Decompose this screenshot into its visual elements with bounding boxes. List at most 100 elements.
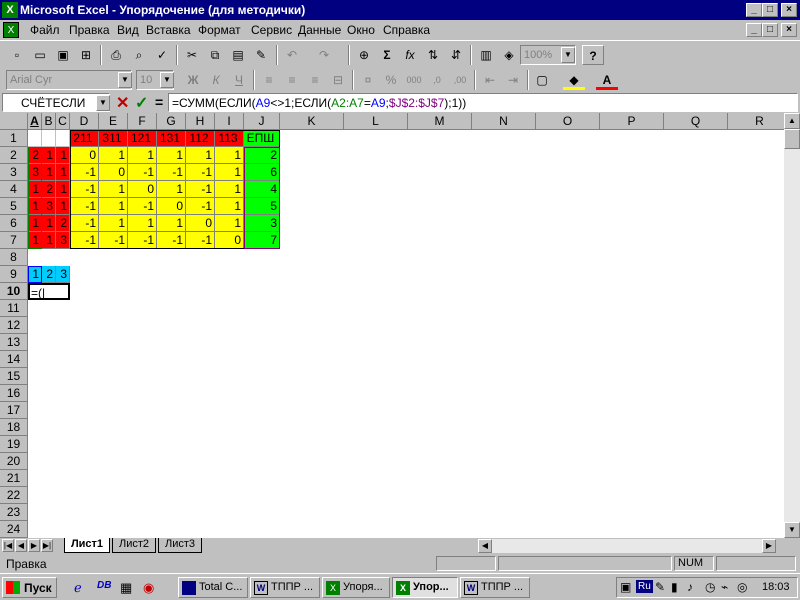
- minimize-button[interactable]: _: [746, 3, 762, 17]
- sheet-tab-2[interactable]: Лист2: [112, 538, 156, 553]
- cell[interactable]: -1: [186, 164, 215, 181]
- cell[interactable]: -1: [128, 198, 157, 215]
- font-color-icon[interactable]: A: [596, 70, 618, 90]
- cell[interactable]: 131: [157, 130, 186, 147]
- increase-indent-icon[interactable]: ⇥: [502, 70, 524, 90]
- vertical-scroll-thumb[interactable]: [784, 129, 800, 149]
- column-header[interactable]: N: [472, 113, 536, 130]
- cell[interactable]: 1: [28, 215, 42, 232]
- column-header[interactable]: J: [244, 113, 280, 130]
- cell[interactable]: -1: [186, 181, 215, 198]
- column-header[interactable]: K: [280, 113, 344, 130]
- cell[interactable]: 1: [56, 198, 70, 215]
- cell[interactable]: -1: [128, 164, 157, 181]
- menu-window[interactable]: Окно: [347, 23, 375, 37]
- align-center-icon[interactable]: ≡: [281, 70, 303, 90]
- cell[interactable]: 7: [244, 232, 280, 249]
- hyperlink-icon[interactable]: ⊕: [353, 45, 375, 65]
- cell[interactable]: 113: [215, 130, 244, 147]
- percent-button[interactable]: %: [380, 70, 402, 90]
- map-icon[interactable]: ◈: [498, 45, 520, 65]
- cell[interactable]: -1: [186, 232, 215, 249]
- column-header[interactable]: Q: [664, 113, 728, 130]
- quicklaunch-desktop-icon[interactable]: ▦: [120, 580, 136, 596]
- fill-color-icon[interactable]: ◆: [563, 70, 585, 90]
- menu-file[interactable]: Файл: [30, 23, 60, 37]
- italic-button[interactable]: К: [205, 70, 227, 90]
- cancel-entry-button[interactable]: ✕: [116, 93, 129, 113]
- row-header[interactable]: 5: [0, 198, 28, 215]
- decrease-indent-icon[interactable]: ⇤: [479, 70, 501, 90]
- cell[interactable]: 1: [99, 181, 128, 198]
- quicklaunch-db-icon[interactable]: DB: [97, 580, 113, 596]
- cell[interactable]: 3: [56, 232, 70, 249]
- sort-asc-icon[interactable]: ⇅: [422, 45, 444, 65]
- worksheet-grid[interactable]: A B C D E F G H I J K L M N O P Q R 1 2 3 4 5 6 7 8 9 10 11 12 13 14 15 1…: [0, 113, 800, 538]
- column-header[interactable]: D: [70, 113, 99, 130]
- column-header[interactable]: I: [215, 113, 244, 130]
- cell[interactable]: 1: [99, 198, 128, 215]
- task-total-commander[interactable]: Total C...: [178, 577, 248, 598]
- cell[interactable]: 1: [215, 215, 244, 232]
- row-header[interactable]: 22: [0, 487, 28, 504]
- next-sheet-icon[interactable]: ▶: [28, 539, 40, 552]
- quicklaunch-ie-icon[interactable]: ℯ: [74, 580, 90, 596]
- undo-icon[interactable]: ↶: [281, 45, 303, 65]
- select-all-button[interactable]: [0, 113, 28, 130]
- increase-decimal-button[interactable]: ,0: [426, 70, 448, 90]
- cell[interactable]: 2: [244, 147, 280, 164]
- autosum-icon[interactable]: Σ: [376, 45, 398, 65]
- name-box-dropdown-icon[interactable]: ▼: [96, 95, 110, 111]
- copy-icon[interactable]: ⧉: [204, 45, 226, 65]
- row-header[interactable]: 7: [0, 232, 28, 249]
- cell[interactable]: -1: [70, 232, 99, 249]
- workbook-icon[interactable]: X: [3, 22, 19, 38]
- cell[interactable]: 112: [186, 130, 215, 147]
- confirm-entry-button[interactable]: ✓: [135, 93, 148, 113]
- cell[interactable]: 1: [56, 164, 70, 181]
- cell[interactable]: 1: [42, 147, 56, 164]
- first-sheet-icon[interactable]: |◀: [2, 539, 14, 552]
- cell[interactable]: 2: [42, 181, 56, 198]
- active-cell-editor[interactable]: =(|: [28, 283, 70, 300]
- menu-view[interactable]: Вид: [117, 23, 139, 37]
- cell[interactable]: 1: [42, 232, 56, 249]
- column-header[interactable]: B: [42, 113, 56, 130]
- cell[interactable]: 0: [186, 215, 215, 232]
- row-header[interactable]: 15: [0, 368, 28, 385]
- cell[interactable]: 1: [215, 181, 244, 198]
- chart-wizard-icon[interactable]: ▥: [475, 45, 497, 65]
- last-sheet-icon[interactable]: ▶|: [41, 539, 53, 552]
- row-header[interactable]: 24: [0, 521, 28, 538]
- cell[interactable]: 1: [28, 232, 42, 249]
- cell[interactable]: [42, 130, 56, 147]
- task-word-2[interactable]: W ТППР ...: [460, 577, 530, 598]
- tray-pen-icon[interactable]: ✎: [655, 580, 665, 594]
- bold-button[interactable]: Ж: [182, 70, 204, 90]
- row-header[interactable]: 3: [0, 164, 28, 181]
- cell[interactable]: 0: [215, 232, 244, 249]
- doc-close-button[interactable]: ×: [781, 23, 797, 37]
- language-indicator[interactable]: Ru: [636, 580, 653, 593]
- scroll-up-icon[interactable]: ▲: [784, 113, 800, 129]
- task-excel-1[interactable]: X Упоря...: [322, 577, 390, 598]
- cell[interactable]: 1: [42, 164, 56, 181]
- menu-edit[interactable]: Правка: [69, 23, 110, 37]
- cell[interactable]: -1: [157, 164, 186, 181]
- currency-icon[interactable]: ¤: [357, 70, 379, 90]
- cell[interactable]: -1: [70, 198, 99, 215]
- maximize-button[interactable]: □: [762, 3, 778, 17]
- function-icon[interactable]: fx: [399, 45, 421, 65]
- cell[interactable]: 1: [128, 215, 157, 232]
- cell[interactable]: -1: [128, 232, 157, 249]
- tray-cd-icon[interactable]: ◎: [737, 580, 747, 594]
- cell[interactable]: 1: [128, 147, 157, 164]
- cell[interactable]: -1: [99, 232, 128, 249]
- cell[interactable]: 2: [28, 147, 42, 164]
- cell[interactable]: 0: [128, 181, 157, 198]
- column-header[interactable]: L: [344, 113, 408, 130]
- cell[interactable]: -1: [70, 215, 99, 232]
- cell[interactable]: 2: [56, 215, 70, 232]
- doc-minimize-button[interactable]: _: [746, 23, 762, 37]
- cell[interactable]: 1: [56, 147, 70, 164]
